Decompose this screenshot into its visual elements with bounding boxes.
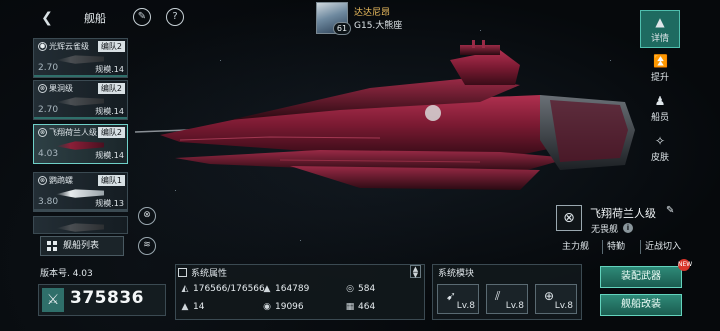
armor-icon: ▲: [263, 284, 271, 294]
ship-card-bar: [34, 75, 127, 77]
expand-toggle-icon[interactable]: ▲ ▼: [410, 265, 421, 279]
tab-label: 皮肤: [650, 153, 669, 163]
attr-value: 176566/176566: [193, 284, 265, 294]
module-missile[interactable]: ➹ Lv.8: [437, 284, 479, 314]
tab-upgrade[interactable]: ⏫ 提升: [640, 50, 680, 88]
ship-class-icon: ⊗: [38, 84, 47, 93]
ship-name: 光辉云雀级: [49, 42, 89, 51]
attr-structure: ◭ 176566/176566: [180, 284, 265, 294]
crew-icon: ♟: [654, 94, 666, 108]
ship-name: 果洞级: [49, 84, 73, 93]
attr-value: 584: [358, 284, 376, 294]
energy-icon: ◉: [263, 302, 271, 312]
player-level-badge: 61: [333, 22, 351, 35]
ship-tag: 特勤: [602, 240, 629, 254]
help-icon[interactable]: ?: [166, 8, 184, 26]
structure-icon: ◭: [181, 284, 189, 294]
new-badge: NEW: [678, 259, 692, 271]
shield-icon: ◎: [346, 284, 354, 294]
tab-label: 详情: [650, 34, 669, 44]
skin-icon: ✧: [654, 134, 666, 148]
tab-label: 提升: [650, 73, 669, 83]
player-location: G15.大熊座: [354, 21, 403, 31]
ship-card-bar: [34, 209, 127, 211]
system-modules-title: 系统模块: [438, 269, 475, 279]
ship-card-feixiang[interactable]: ⊗ 飞翔荷兰人级 编队2 4.03 规模.14: [33, 124, 128, 164]
missile-module-icon: ➹: [446, 289, 457, 303]
cannon-module-icon: ⫽: [495, 289, 501, 303]
version-label: 版本号. 4.03: [40, 269, 93, 279]
attr-energy: ◉ 19096: [262, 302, 304, 312]
ship-class-icon: ⊗: [38, 128, 47, 137]
module-level: Lv.8: [554, 301, 573, 311]
attr-value: 19096: [275, 302, 304, 312]
ship-cost: 2.70: [38, 105, 59, 115]
details-icon: ▲: [655, 15, 665, 29]
ship-class-icon: ⊗: [556, 205, 582, 231]
ship-card-yingwuluo[interactable]: ⊗ 鹦鹉螺 编队1 3.80 规模.13: [33, 172, 128, 212]
tab-details[interactable]: ▲ 详情: [640, 10, 680, 48]
combat-power-icon: ⚔: [42, 288, 64, 312]
tab-crew[interactable]: ♟ 船员: [640, 90, 680, 128]
attr-speed: ▲ 14: [180, 302, 205, 312]
ship-model: [134, 40, 635, 190]
chevron-left-icon: ❮: [41, 10, 53, 26]
tab-label: 船员: [650, 113, 669, 123]
ship-tag: 近战切入: [640, 240, 685, 254]
ship-class-name: 飞翔荷兰人级: [590, 207, 656, 220]
ship-name: 飞翔荷兰人级: [49, 128, 97, 137]
page-title: 舰船: [84, 12, 106, 25]
module-cannon[interactable]: ⫽ Lv.8: [486, 284, 528, 314]
module-target[interactable]: ⊕ Lv.8: [535, 284, 577, 314]
ship-thumbnail: [56, 223, 104, 232]
ship-role: 无畏舰: [591, 225, 619, 235]
module-level: Lv.8: [505, 301, 524, 311]
ship-class-icon: ⬢: [38, 42, 47, 51]
ship-card-guanghui[interactable]: ⬢ 光辉云雀级 编队2 2.70 规模.14: [33, 38, 128, 78]
ship-card-bar: [34, 117, 127, 119]
attributes-title-text: 系统属性: [191, 269, 228, 279]
ship-tag: 主力舰: [562, 242, 590, 252]
ship-class-icon: ⊗: [38, 176, 47, 185]
player-name: 达达尼昂: [354, 8, 391, 18]
attr-value: 464: [358, 302, 376, 312]
grid-icon: [47, 241, 57, 251]
back-button[interactable]: ❮: [38, 9, 56, 27]
attr-value: 164789: [275, 284, 310, 294]
tab-skin[interactable]: ✧ 皮肤: [640, 130, 680, 168]
sort-icon[interactable]: ≋: [138, 237, 156, 255]
system-attributes-title: 系统属性: [178, 266, 227, 279]
filter-icon[interactable]: ⊗: [138, 207, 156, 225]
fleet-list-label: 舰船列表: [63, 241, 100, 251]
combat-power-value: 375836: [70, 288, 144, 308]
attr-evasion: ▦ 464: [345, 302, 375, 312]
fleet-list-button[interactable]: 舰船列表: [40, 236, 124, 256]
ship-cost: 4.03: [38, 149, 59, 159]
module-level: Lv.8: [456, 301, 475, 311]
ship-card-guodong[interactable]: ⊗ 果洞级 编队2 2.70 规模.14: [33, 80, 128, 120]
modify-ship-button[interactable]: 舰船改装: [600, 294, 682, 316]
upgrade-icon: ⏫: [653, 54, 668, 68]
ship-card-partial[interactable]: [33, 216, 128, 234]
attr-armor: ▲ 164789: [262, 284, 310, 294]
evasion-icon: ▦: [345, 302, 355, 312]
edit-icon[interactable]: ✎: [666, 205, 674, 216]
ship-cost: 3.80: [38, 197, 59, 207]
attr-shield: ◎ 584: [345, 284, 375, 294]
attributes-icon: [178, 268, 187, 277]
attr-value: 14: [193, 302, 205, 312]
ship-name: 鹦鹉螺: [49, 176, 73, 185]
info-icon[interactable]: i: [623, 223, 633, 233]
speed-icon: ▲: [181, 302, 189, 312]
target-module-icon: ⊕: [544, 289, 555, 303]
equip-weapons-button[interactable]: 装配武器: [600, 266, 682, 288]
ship-cost: 2.70: [38, 63, 59, 73]
wrench-icon[interactable]: ✎: [133, 8, 151, 26]
